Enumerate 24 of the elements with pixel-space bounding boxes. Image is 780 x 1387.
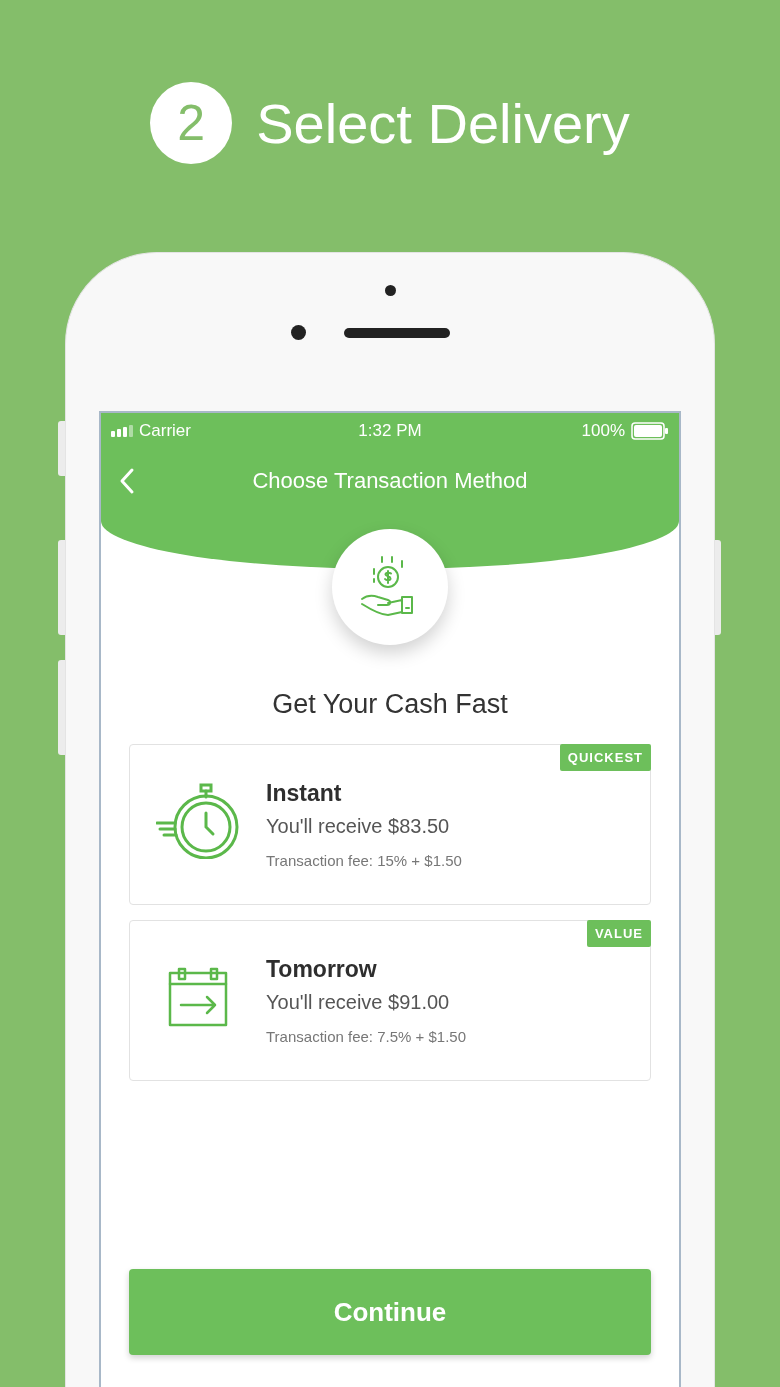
option-badge: QUICKEST xyxy=(559,744,651,771)
delivery-option-card[interactable]: QUICKEST Instant You'll receive $83.50 Transaction fee: 15% + $1.50 xyxy=(129,744,651,905)
status-time: 1:32 PM xyxy=(358,421,422,441)
camera-dot xyxy=(290,325,306,340)
stopwatch-icon xyxy=(156,782,240,859)
receive-amount: You'll receive $91.00 xyxy=(266,991,450,1014)
nav-title: Choose Transaction Method xyxy=(252,468,528,494)
transaction-fee: Transaction fee: 15% + $1.50 xyxy=(266,852,462,869)
carrier-label: Carrier xyxy=(139,421,191,441)
step-number: 2 xyxy=(150,82,233,164)
back-icon[interactable] xyxy=(119,467,135,495)
transaction-fee: Transaction fee: 7.5% + $1.50 xyxy=(266,1028,466,1045)
section-heading: Get Your Cash Fast xyxy=(272,689,508,720)
headline-title: Select Delivery xyxy=(256,90,630,156)
option-title: Tomorrow xyxy=(266,956,377,983)
battery-icon xyxy=(631,422,669,440)
receive-amount: You'll receive $83.50 xyxy=(266,815,450,838)
delivery-option-card[interactable]: VALUE Tomorrow You'll receive $91.00 Transaction fee: 7.5% + $1.50 xyxy=(129,920,651,1081)
sensor-dot xyxy=(384,285,396,296)
option-badge: VALUE xyxy=(586,920,651,947)
option-title: Instant xyxy=(266,780,342,807)
calendar-arrow-icon xyxy=(167,966,229,1027)
signal-icon xyxy=(111,425,133,437)
battery-percent: 100% xyxy=(581,421,625,441)
